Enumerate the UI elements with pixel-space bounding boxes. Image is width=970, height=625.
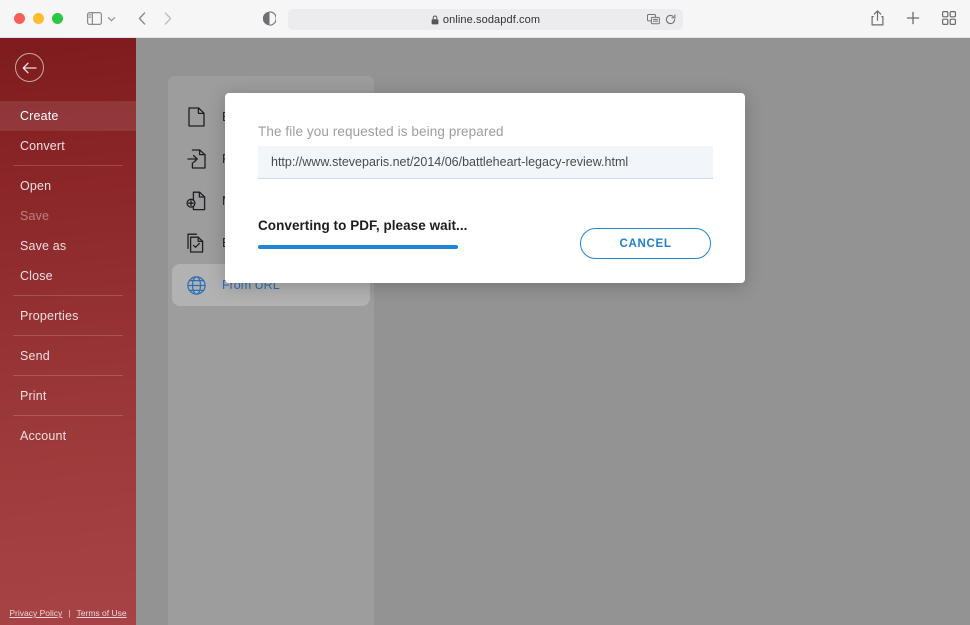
footer-divider: | bbox=[68, 608, 71, 618]
globe-icon bbox=[186, 275, 206, 295]
maximize-window-button[interactable] bbox=[52, 13, 63, 24]
sidebar-item-label: Close bbox=[20, 269, 53, 283]
browser-toolbar-right bbox=[871, 10, 956, 31]
import-file-icon bbox=[186, 149, 206, 169]
terms-of-use-link[interactable]: Terms of Use bbox=[77, 608, 127, 618]
sidebar-item-label: Send bbox=[20, 349, 50, 363]
sidebar-item-close[interactable]: Close bbox=[0, 261, 136, 291]
window-traffic-lights bbox=[14, 13, 63, 24]
dialog-title: The file you requested is being prepared bbox=[258, 124, 504, 139]
tab-overview-icon[interactable] bbox=[942, 11, 956, 30]
sidebar-footer: Privacy Policy | Terms of Use bbox=[0, 608, 136, 618]
close-window-button[interactable] bbox=[14, 13, 25, 24]
sidebar-item-properties[interactable]: Properties bbox=[0, 301, 136, 331]
sidebar-item-send[interactable]: Send bbox=[0, 341, 136, 371]
conversion-progress-fill bbox=[258, 245, 459, 249]
address-bar-url: online.sodapdf.com bbox=[442, 13, 541, 26]
sidebar-item-save: Save bbox=[0, 201, 136, 231]
sidebar-item-label: Print bbox=[20, 389, 47, 403]
sidebar-item-label: Create bbox=[20, 109, 59, 123]
conversion-progress-bar bbox=[258, 245, 518, 249]
sidebar-item-label: Save bbox=[20, 209, 50, 223]
sidebar-item-create[interactable]: Create bbox=[0, 101, 136, 131]
sidebar-item-convert[interactable]: Convert bbox=[0, 131, 136, 161]
lock-icon bbox=[431, 15, 439, 25]
share-icon[interactable] bbox=[871, 10, 884, 31]
sidebar-divider bbox=[13, 295, 123, 296]
sidebar-divider bbox=[13, 375, 123, 376]
sidebar-item-label: Properties bbox=[20, 309, 79, 323]
address-bar[interactable]: online.sodapdf.com bbox=[288, 9, 683, 30]
privacy-policy-link[interactable]: Privacy Policy bbox=[9, 608, 62, 618]
plus-icon[interactable] bbox=[906, 11, 920, 30]
browser-chrome: online.sodapdf.com bbox=[0, 0, 970, 38]
reload-icon[interactable] bbox=[665, 12, 676, 30]
address-bar-actions bbox=[647, 12, 676, 30]
sidebar-divider bbox=[13, 415, 123, 416]
url-input-value: http://www.steveparis.net/2014/06/battle… bbox=[271, 155, 629, 169]
cancel-button[interactable]: CANCEL bbox=[580, 228, 711, 259]
back-arrow-icon[interactable] bbox=[15, 53, 44, 82]
sidebar-item-account[interactable]: Account bbox=[0, 421, 136, 451]
sidebar-item-print[interactable]: Print bbox=[0, 381, 136, 411]
extensions-icon[interactable] bbox=[647, 12, 660, 30]
conversion-status-text: Converting to PDF, please wait... bbox=[258, 218, 468, 233]
app-body: Create Convert Open Save Save as Close P… bbox=[0, 38, 970, 625]
sidebar-divider bbox=[13, 335, 123, 336]
sidebar-toggle-icon[interactable] bbox=[87, 12, 102, 25]
reader-view-icon[interactable] bbox=[262, 11, 277, 31]
merge-files-icon bbox=[186, 191, 206, 211]
minimize-window-button[interactable] bbox=[33, 13, 44, 24]
sidebar-item-open[interactable]: Open bbox=[0, 171, 136, 201]
conversion-dialog: The file you requested is being prepared… bbox=[225, 93, 745, 283]
chevron-down-icon[interactable] bbox=[107, 16, 116, 22]
sidebar-menu: Create Convert Open Save Save as Close P… bbox=[0, 101, 136, 451]
sidebar-item-label: Save as bbox=[20, 239, 67, 253]
nav-forward-icon[interactable] bbox=[164, 12, 172, 25]
url-input[interactable]: http://www.steveparis.net/2014/06/battle… bbox=[258, 146, 713, 179]
blank-page-icon bbox=[186, 107, 206, 127]
sidebar-item-label: Convert bbox=[20, 139, 65, 153]
batch-import-icon bbox=[186, 233, 206, 253]
nav-back-icon[interactable] bbox=[138, 12, 146, 25]
sidebar-item-label: Account bbox=[20, 429, 67, 443]
sidebar-item-label: Open bbox=[20, 179, 52, 193]
sidebar-divider bbox=[13, 165, 123, 166]
sidebar-item-save-as[interactable]: Save as bbox=[0, 231, 136, 261]
app-sidebar: Create Convert Open Save Save as Close P… bbox=[0, 38, 136, 625]
